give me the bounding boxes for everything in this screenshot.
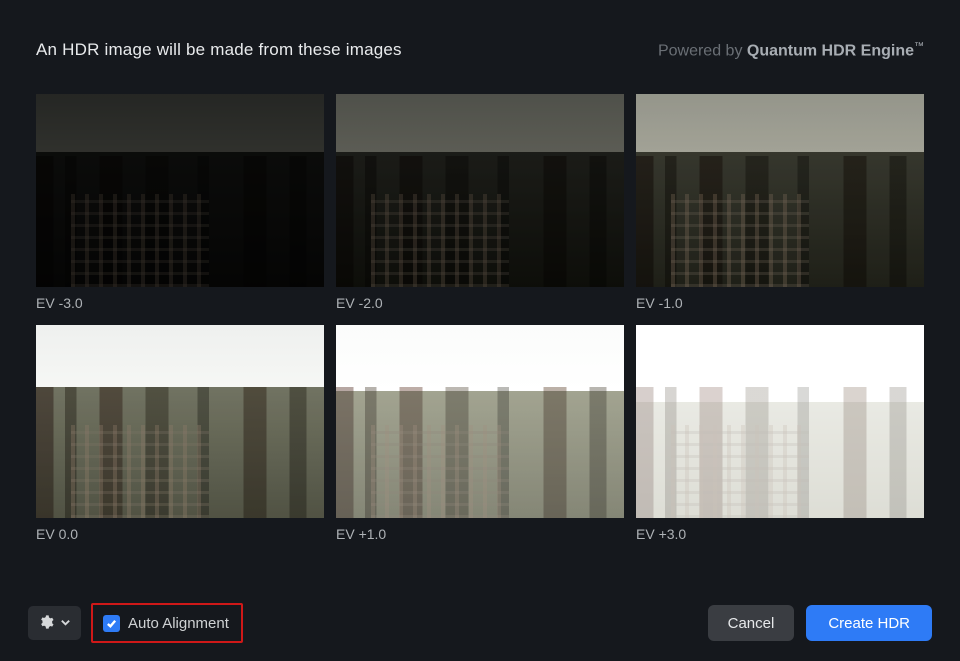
thumbnail-item[interactable]: EV -2.0	[336, 94, 624, 311]
auto-alignment-label[interactable]: Auto Alignment	[128, 615, 229, 632]
cancel-button[interactable]: Cancel	[708, 605, 795, 641]
ev-label: EV 0.0	[36, 526, 324, 542]
ev-label: EV -3.0	[36, 295, 324, 311]
ev-label: EV +3.0	[636, 526, 924, 542]
settings-button[interactable]	[28, 606, 81, 640]
ev-label: EV -1.0	[636, 295, 924, 311]
thumbnail-item[interactable]: EV 0.0	[36, 325, 324, 542]
thumbnail-item[interactable]: EV +1.0	[336, 325, 624, 542]
powered-by-text: Powered by Quantum HDR Engine™	[658, 41, 924, 60]
thumbnail-image	[636, 94, 924, 287]
chevron-down-icon	[60, 616, 71, 631]
thumbnail-image	[336, 325, 624, 518]
ev-label: EV +1.0	[336, 526, 624, 542]
ev-label: EV -2.0	[336, 295, 624, 311]
footer-bar: Auto Alignment Cancel Create HDR	[0, 585, 960, 661]
thumbnail-item[interactable]: EV -1.0	[636, 94, 924, 311]
thumbnail-image	[36, 94, 324, 287]
thumbnail-image	[636, 325, 924, 518]
auto-alignment-checkbox[interactable]	[103, 615, 120, 632]
thumbnail-image	[36, 325, 324, 518]
thumbnail-item[interactable]: EV +3.0	[636, 325, 924, 542]
powered-brand: Quantum HDR Engine	[747, 42, 914, 59]
create-hdr-button[interactable]: Create HDR	[806, 605, 932, 641]
page-title: An HDR image will be made from these ima…	[36, 40, 402, 60]
gear-icon	[38, 614, 54, 633]
thumbnail-image	[336, 94, 624, 287]
trademark-symbol: ™	[914, 41, 924, 52]
powered-prefix: Powered by	[658, 42, 747, 59]
thumbnail-grid: EV -3.0 EV -2.0 EV -1.0 EV 0.0 EV +1.0 EV +3.…	[0, 60, 960, 542]
auto-alignment-highlight: Auto Alignment	[91, 603, 243, 643]
check-icon	[106, 618, 117, 629]
thumbnail-item[interactable]: EV -3.0	[36, 94, 324, 311]
